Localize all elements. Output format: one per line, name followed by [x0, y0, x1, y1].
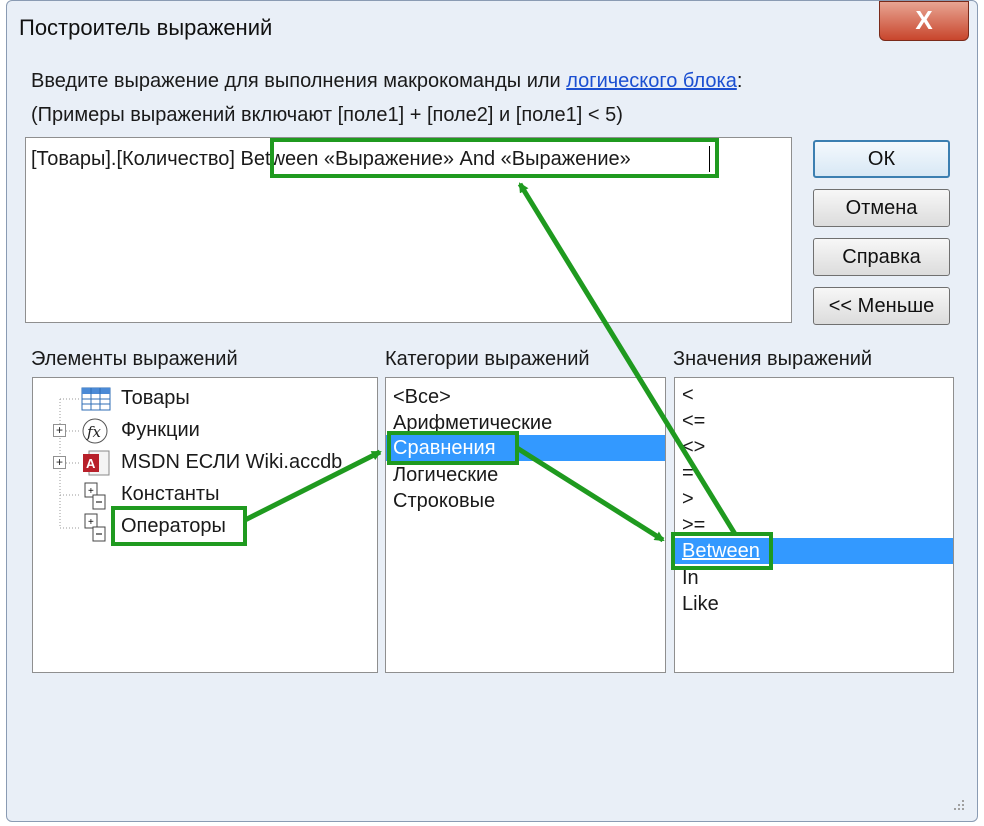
- help-button[interactable]: Справка: [813, 238, 950, 276]
- title-bar: Построитель выражений X: [7, 1, 977, 59]
- elements-tree[interactable]: Товары + fx Функции + A MSDN ЕСЛИ Wiki.a…: [32, 377, 378, 673]
- list-item[interactable]: >=: [675, 512, 953, 538]
- list-item[interactable]: <=: [675, 408, 953, 434]
- function-icon: fx: [81, 417, 109, 450]
- value-ge: >=: [682, 514, 706, 536]
- close-icon: X: [915, 5, 933, 35]
- categories-list[interactable]: <Все> Арифметические Сравнения Логически…: [385, 377, 666, 673]
- ok-button[interactable]: ОК: [813, 140, 950, 178]
- tree-item-database[interactable]: MSDN ЕСЛИ Wiki.accdb: [121, 451, 342, 474]
- svg-text:+: +: [88, 517, 94, 528]
- instruction-colon: :: [736, 70, 743, 92]
- instruction-text: Введите выражение для выполнения макроко…: [31, 70, 567, 92]
- categories-label: Категории выражений: [385, 348, 590, 370]
- value-ne: <>: [682, 436, 706, 458]
- expression-text: [Товары].[Количество] Between «Выражение…: [31, 148, 631, 171]
- resize-grip-icon[interactable]: [952, 798, 966, 812]
- value-like: Like: [682, 593, 719, 615]
- value-eq: =: [682, 462, 694, 484]
- value-between: Between: [682, 540, 760, 562]
- list-item[interactable]: =: [675, 460, 953, 486]
- svg-text:A: A: [86, 456, 96, 471]
- list-item[interactable]: In: [675, 565, 953, 591]
- close-button[interactable]: X: [879, 1, 969, 41]
- value-le: <=: [682, 410, 706, 432]
- list-item[interactable]: <Все>: [386, 384, 665, 410]
- list-item[interactable]: Строковые: [386, 488, 665, 514]
- constants-icon: +: [83, 481, 109, 516]
- elements-label: Элементы выражений: [31, 348, 238, 370]
- tree-item-operators[interactable]: Операторы: [121, 515, 226, 538]
- list-item-selected[interactable]: Сравнения: [386, 435, 665, 461]
- value-lt: <: [682, 384, 694, 406]
- tree-item-constants[interactable]: Константы: [121, 483, 219, 506]
- access-db-icon: A: [81, 449, 111, 482]
- category-arithmetic: Арифметические: [393, 412, 553, 434]
- list-item[interactable]: <: [675, 382, 953, 408]
- list-item[interactable]: <>: [675, 434, 953, 460]
- list-item[interactable]: Логические: [386, 462, 665, 488]
- operators-icon: +: [83, 512, 109, 549]
- list-item[interactable]: Like: [675, 591, 953, 617]
- value-gt: >: [682, 488, 694, 510]
- logic-block-link[interactable]: логического блока: [566, 70, 737, 92]
- tree-item-functions[interactable]: Функции: [121, 419, 200, 442]
- expression-inserted: Between «Выражение» And «Выражение»: [240, 148, 631, 170]
- values-list[interactable]: < <= <> = > >= Between In Like: [674, 377, 954, 673]
- svg-text:fx: fx: [86, 423, 102, 441]
- list-item[interactable]: Арифметические: [386, 410, 665, 436]
- cancel-button[interactable]: Отмена: [813, 189, 950, 227]
- category-all: <Все>: [393, 386, 451, 408]
- window-title: Построитель выражений: [19, 15, 273, 40]
- value-in: In: [682, 567, 699, 589]
- expression-prefix: [Товары].[Количество]: [31, 148, 235, 170]
- expand-database-icon[interactable]: +: [53, 456, 66, 469]
- instruction-line-2: (Примеры выражений включают [поле1] + [п…: [31, 104, 623, 126]
- category-string: Строковые: [393, 490, 496, 512]
- less-button[interactable]: << Меньше: [813, 287, 950, 325]
- category-comparison: Сравнения: [393, 437, 496, 459]
- tree-item-tovary[interactable]: Товары: [121, 387, 190, 410]
- text-cursor: [709, 146, 710, 172]
- values-label: Значения выражений: [673, 348, 873, 370]
- table-icon: [81, 387, 111, 416]
- expression-textbox[interactable]: [Товары].[Количество] Between «Выражение…: [25, 137, 792, 323]
- expand-functions-icon[interactable]: +: [53, 424, 66, 437]
- category-logical: Логические: [393, 464, 499, 486]
- list-item[interactable]: >: [675, 486, 953, 512]
- instruction-line-1: Введите выражение для выполнения макроко…: [31, 70, 742, 93]
- list-item-selected[interactable]: Between: [675, 538, 953, 564]
